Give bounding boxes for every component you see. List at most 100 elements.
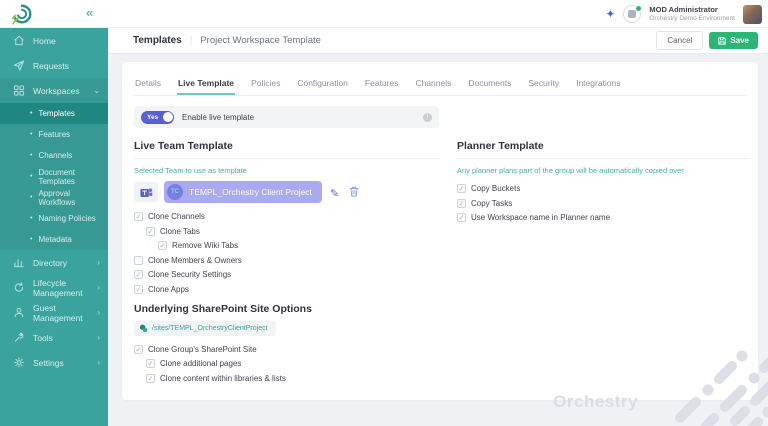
sidebar-item-metadata[interactable]: • Metadata [0, 229, 108, 250]
template-columns: Live Team Template Selected Team to use … [134, 140, 750, 388]
sidebar: Home Requests Workspaces ⌄ • Templates •… [0, 28, 108, 426]
sidebar-item-workspaces[interactable]: Workspaces ⌄ [0, 78, 108, 103]
checkbox-label: Clone content within libraries & lists [160, 373, 286, 383]
checkbox-row-copy-buckets: ✓ Copy Buckets [457, 184, 750, 193]
breadcrumb-section[interactable]: Templates [133, 35, 182, 46]
sidebar-subitem-label: Channels [38, 151, 73, 160]
sidebar-item-document-templates[interactable]: • Document Templates [0, 166, 108, 187]
breadcrumb-page: Project Workspace Template [200, 35, 321, 46]
checkbox[interactable]: ✓ [134, 270, 143, 279]
sidebar-item-settings[interactable]: Settings › [0, 350, 108, 375]
checkbox[interactable]: ✓ [146, 359, 155, 368]
checkbox[interactable]: ✓ [457, 213, 466, 222]
sidebar-subitem-label: Approval Workflows [38, 188, 76, 207]
checkbox-label: Clone Members & Owners [148, 255, 242, 265]
sidebar-item-directory[interactable]: Directory › [0, 250, 108, 275]
checkbox[interactable]: ✓ [457, 184, 466, 193]
sidebar-item-requests[interactable]: Requests [0, 53, 108, 78]
sidebar-item-label: Directory [33, 257, 68, 268]
live-team-template-title: Live Team Template [134, 140, 439, 159]
sidebar-item-naming-policies[interactable]: • Naming Policies [0, 208, 108, 229]
sidebar-item-label: Requests [33, 60, 69, 71]
sidebar-item-approval-workflows[interactable]: • Approval Workflows [0, 187, 108, 208]
checkbox[interactable]: ✓ [158, 241, 167, 250]
tab-live-template[interactable]: Live Template [176, 74, 236, 95]
selected-team-pill[interactable]: TC TEMPL_Orchestry Client Project [164, 181, 322, 203]
sidebar-item-lifecycle-management[interactable]: Lifecycle Management › [0, 275, 108, 300]
sidebar-item-guest-management[interactable]: Guest Management › [0, 300, 108, 325]
checkbox[interactable]: ✓ [134, 212, 143, 221]
info-icon[interactable]: i [423, 112, 432, 122]
delete-team-button[interactable] [347, 185, 361, 200]
cube-icon [628, 10, 637, 18]
sidebar-item-channels[interactable]: • Channels [0, 145, 108, 166]
template-card: Details Live Template Policies Configura… [122, 62, 758, 400]
tab-channels[interactable]: Channels [414, 74, 452, 95]
checkbox-label: Clone additional pages [160, 359, 242, 368]
chevron-right-icon: › [97, 283, 100, 292]
planner-note: Any planner plans part of the group will… [457, 166, 684, 175]
tab-integrations[interactable]: Integrations [575, 74, 621, 95]
sidebar-item-templates[interactable]: • Templates [0, 103, 108, 124]
tab-security[interactable]: Security [527, 74, 560, 95]
tab-configuration[interactable]: Configuration [296, 74, 349, 95]
tab-policies[interactable]: Policies [250, 74, 281, 95]
sidebar-subitem-label: Document Templates [38, 167, 75, 186]
sidebar-subitem-label: Features [38, 130, 71, 139]
sidebar-item-label: Settings [33, 357, 64, 368]
checkbox-row-clone-additional-pages: ✓ Clone additional pages [146, 359, 439, 368]
orchestry-logo-icon [12, 4, 32, 25]
checkbox[interactable]: ✓ [146, 373, 155, 383]
checkbox[interactable]: ✓ [134, 284, 143, 294]
toggle-state-label: Yes [147, 113, 159, 121]
checkbox[interactable]: ✓ [146, 226, 155, 236]
planner-template-section: Planner Template Any planner plans part … [457, 140, 750, 388]
checkbox-label: Clone Apps [148, 284, 189, 294]
tab-documents[interactable]: Documents [467, 74, 512, 95]
orchestry-logo[interactable] [0, 3, 44, 25]
cancel-button[interactable]: Cancel [656, 31, 704, 50]
sparkle-icon[interactable]: ✦ [605, 8, 615, 20]
main-area: Templates | Project Workspace Template C… [108, 28, 768, 426]
topbar-right: ✦ MOD Administrator Orchestry Demo Envir… [605, 0, 762, 28]
sharepoint-options-title: Underlying SharePoint Site Options [134, 302, 312, 315]
save-button[interactable]: Save [709, 32, 758, 49]
refresh-icon [14, 282, 24, 292]
app-status-icon[interactable] [623, 5, 643, 23]
sidebar-item-features[interactable]: • Features [0, 124, 108, 145]
tab-features[interactable]: Features [364, 74, 400, 95]
user-environment: Orchestry Demo Environment [649, 14, 735, 22]
bullet-icon: • [30, 131, 33, 138]
user-info[interactable]: MOD Administrator Orchestry Demo Environ… [649, 5, 735, 22]
checkbox-row-use-workspace-name: ✓ Use Workspace name in Planner name [457, 213, 750, 222]
toggle-knob [162, 112, 173, 122]
checkbox[interactable] [134, 255, 143, 265]
sidebar-item-label: Lifecycle Management [33, 277, 83, 298]
sidebar-subitem-label: Metadata [38, 235, 72, 244]
sharepoint-icon [139, 324, 148, 332]
checkbox[interactable]: ✓ [134, 344, 143, 354]
live-template-toggle[interactable]: Yes [141, 110, 174, 124]
sidebar-item-tools[interactable]: Tools › [0, 325, 108, 350]
planner-template-title: Planner Template [457, 140, 750, 159]
tab-details[interactable]: Details [134, 74, 162, 95]
checkbox-label: Clone Security Settings [148, 270, 232, 279]
toggle-label: Enable live template [182, 112, 255, 122]
sidebar-item-home[interactable]: Home [0, 28, 108, 53]
checkbox[interactable]: ✓ [457, 198, 466, 208]
page-header: Templates | Project Workspace Template C… [108, 28, 768, 54]
sidebar-item-label: Tools [33, 332, 53, 343]
sidebar-group-workspaces: Workspaces ⌄ • Templates • Features • Ch… [0, 78, 108, 250]
live-team-template-section: Live Team Template Selected Team to use … [134, 140, 439, 388]
sidebar-collapse-button[interactable]: « [86, 5, 93, 20]
sharepoint-site-pill[interactable]: /sites/TEMPL_OrchestryClientProject [134, 320, 276, 336]
bullet-icon: • [30, 236, 33, 243]
checkbox-row-clone-group-sharepoint-site: ✓ Clone Group's SharePoint Site [134, 344, 439, 354]
team-clone-options: ✓ Clone Channels ✓ Clone Tabs ✓ Remove W… [134, 212, 439, 294]
save-button-label: Save [730, 36, 749, 45]
team-name: TEMPL_Orchestry Client Project [189, 187, 312, 197]
checkbox-label: Use Workspace name in Planner name [471, 213, 611, 222]
sidebar-item-label: Guest Management [33, 302, 83, 323]
edit-team-button[interactable]: ✎ [328, 185, 341, 200]
avatar[interactable] [743, 4, 762, 24]
